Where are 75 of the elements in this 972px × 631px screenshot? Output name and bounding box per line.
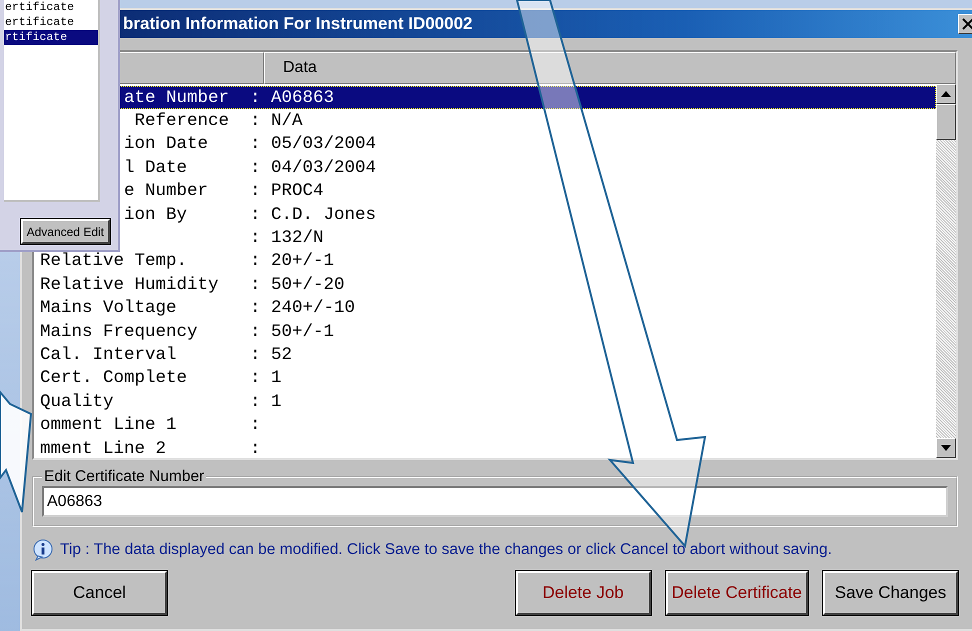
separator-colon: : bbox=[250, 344, 261, 365]
list-row[interactable]: omment Line 1 : bbox=[34, 413, 936, 437]
row-label: ion Date bbox=[124, 134, 208, 154]
list-row[interactable]: Quality : 1 bbox=[34, 390, 936, 414]
list-item[interactable]: rtificate bbox=[4, 30, 98, 45]
tip-text: Tip : The data displayed can be modified. Click Save to save the changes or click Cancel to abort without saving. bbox=[60, 541, 832, 559]
list-item[interactable]: ertificate bbox=[4, 0, 98, 15]
row-label: ion By bbox=[124, 204, 188, 225]
scroll-up-button[interactable] bbox=[936, 84, 956, 104]
separator-colon: : bbox=[250, 181, 261, 202]
row-value: 1 bbox=[271, 392, 282, 412]
row-label: ate Number bbox=[124, 88, 230, 108]
row-label: Mains Frequency bbox=[40, 322, 198, 342]
up-arrow-icon bbox=[941, 91, 951, 97]
save-button[interactable]: Save Changes bbox=[823, 571, 958, 615]
separator-colon: : bbox=[250, 368, 261, 388]
separator-colon: : bbox=[250, 134, 261, 154]
row-label: mment Line 2 bbox=[40, 438, 166, 459]
separator-colon: : bbox=[250, 228, 261, 248]
separator-colon: : bbox=[250, 111, 261, 132]
row-value: 04/03/2004 bbox=[271, 158, 376, 178]
list-row[interactable]: Relative Humidity : 50+/-20 bbox=[34, 273, 936, 297]
row-label: l Date bbox=[124, 158, 188, 178]
row-label: Reference bbox=[134, 111, 230, 132]
row-value: 50+/-20 bbox=[271, 274, 345, 295]
row-value: 1 bbox=[271, 368, 282, 388]
row-value: 50+/-1 bbox=[271, 322, 334, 342]
advanced-edit-button[interactable]: Advanced Edit bbox=[20, 219, 110, 244]
separator-colon: : bbox=[250, 322, 261, 342]
window-title: bration Information For Instrument ID00002 bbox=[123, 14, 472, 34]
separator-colon: : bbox=[250, 438, 261, 459]
certificate-number-field[interactable]: A06863 bbox=[42, 486, 948, 517]
row-label: Relative Humidity bbox=[40, 274, 219, 295]
row-value: 05/03/2004 bbox=[271, 134, 376, 154]
row-value: A06863 bbox=[271, 88, 334, 108]
delete-button[interactable]: Delete Certificate bbox=[666, 571, 808, 615]
list-row[interactable]: Mains Frequency : 50+/-1 bbox=[34, 320, 936, 344]
info-icon bbox=[32, 539, 54, 561]
row-value: N/A bbox=[271, 111, 303, 132]
list-item[interactable]: ertificate bbox=[4, 15, 98, 30]
close-icon bbox=[962, 18, 972, 30]
list-row[interactable]: Cal. Interval : 52 bbox=[34, 343, 936, 367]
row-value: 240+/-10 bbox=[271, 298, 356, 318]
list-row[interactable]: Relative Temp. : 20+/-1 bbox=[34, 250, 936, 274]
row-label: Cal. Interval bbox=[40, 344, 177, 365]
separator-colon: : bbox=[250, 88, 261, 108]
row-value: 52 bbox=[271, 344, 292, 365]
cancel-button[interactable]: Cancel bbox=[32, 571, 167, 615]
row-value: 20+/-1 bbox=[271, 251, 334, 272]
separator-colon: : bbox=[250, 415, 261, 436]
row-label: Cert. Complete bbox=[40, 368, 188, 388]
row-label: omment Line 1 bbox=[40, 415, 177, 436]
separator-colon: : bbox=[250, 298, 261, 318]
separator-colon: : bbox=[250, 158, 261, 178]
column-header: Data bbox=[264, 52, 956, 84]
row-label: Quality bbox=[40, 392, 114, 412]
list-row[interactable]: Mains Voltage : 240+/-10 bbox=[34, 296, 936, 320]
down-arrow-icon bbox=[941, 445, 951, 451]
row-label: Relative Temp. bbox=[40, 251, 188, 272]
separator-colon: : bbox=[250, 274, 261, 295]
row-label: e Number bbox=[124, 181, 208, 202]
list-row[interactable]: Cert. Complete : 1 bbox=[34, 366, 936, 390]
scrollbar-thumb[interactable] bbox=[936, 104, 956, 140]
close-button[interactable] bbox=[958, 14, 972, 34]
separator-colon: : bbox=[250, 251, 261, 272]
scroll-down-button[interactable] bbox=[936, 438, 956, 458]
separator-colon: : bbox=[250, 204, 261, 225]
delete-button[interactable]: Delete Job bbox=[516, 571, 651, 615]
row-label: Mains Voltage bbox=[40, 298, 177, 318]
row-value: PROC4 bbox=[271, 181, 324, 202]
list-row[interactable]: mment Line 2 : bbox=[34, 436, 936, 460]
row-value: C.D. Jones bbox=[271, 204, 376, 225]
row-value: 132/N bbox=[271, 228, 324, 248]
separator-colon: : bbox=[250, 392, 261, 412]
group-label: Edit Certificate Number bbox=[43, 468, 206, 486]
